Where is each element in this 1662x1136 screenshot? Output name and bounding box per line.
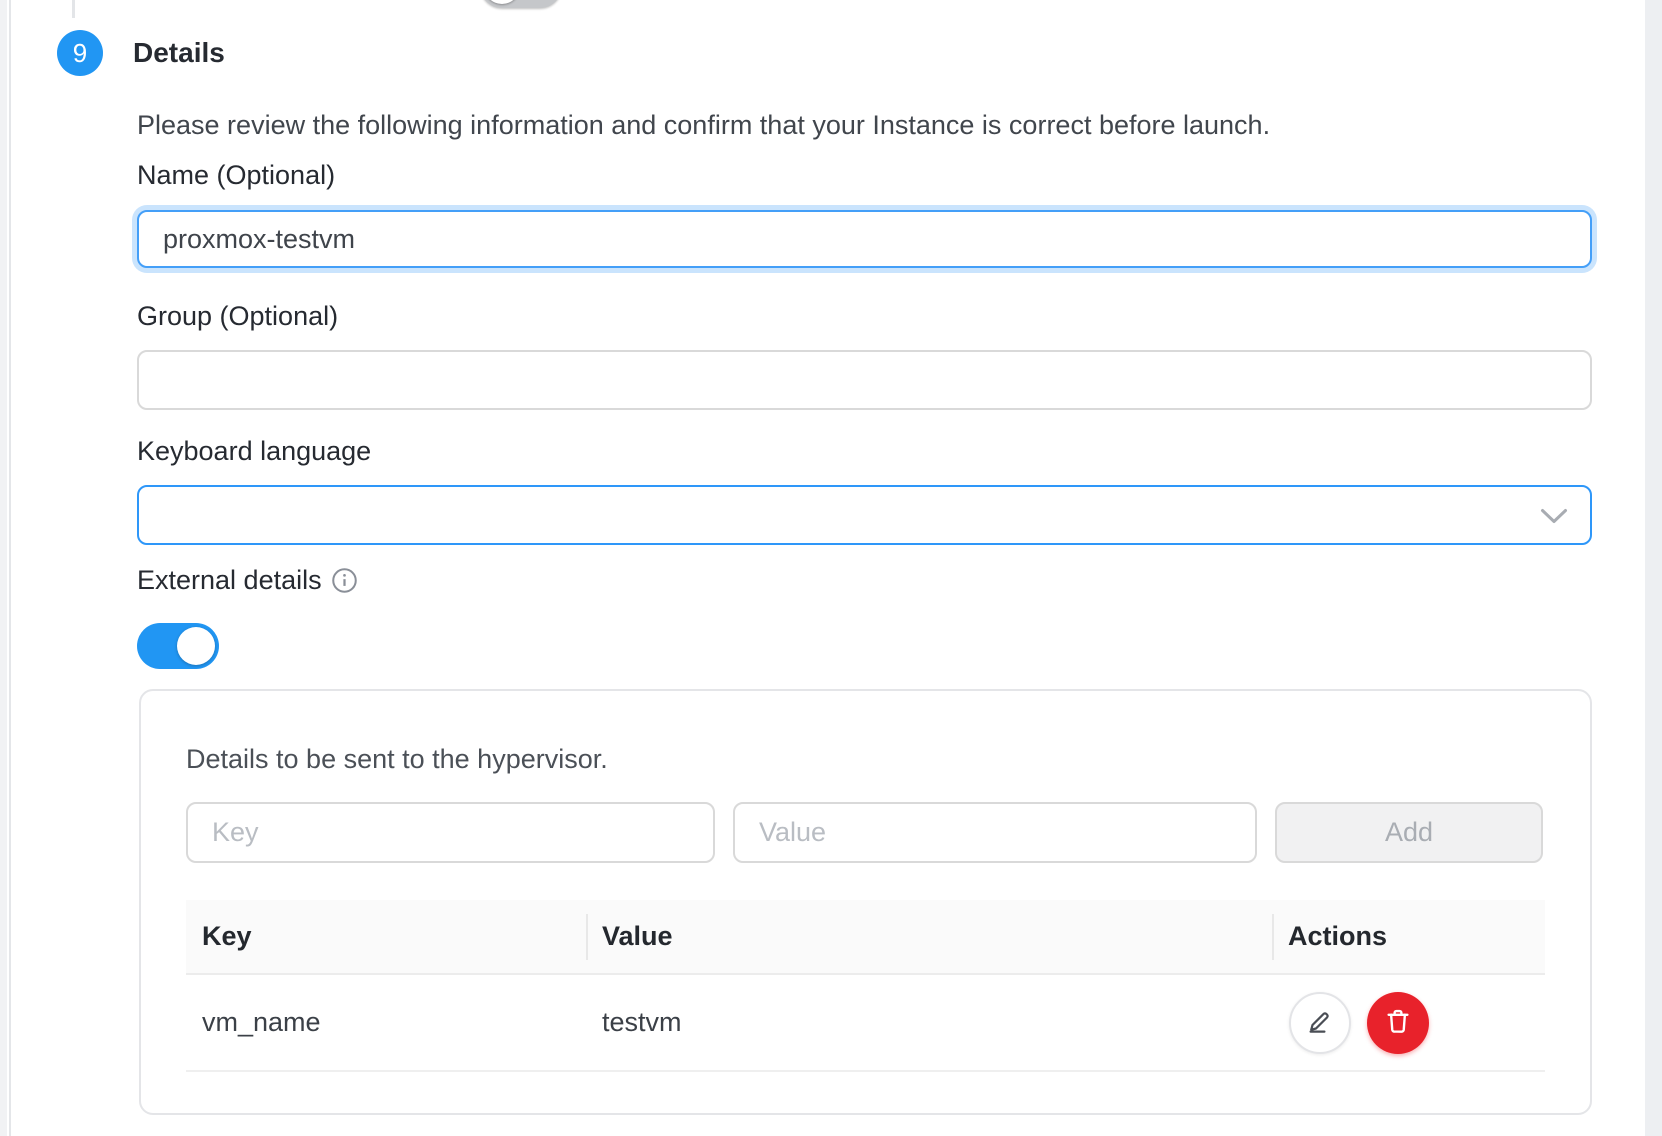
- pencil-icon: [1305, 1006, 1335, 1039]
- external-details-toggle[interactable]: [137, 623, 219, 669]
- header-value-label: Value: [602, 921, 673, 952]
- intro-text: Please review the following information …: [137, 110, 1270, 141]
- left-edge-strip: [0, 0, 7, 1136]
- external-details-label-row: External details: [137, 565, 358, 596]
- row-key-value: vm_name: [202, 1007, 321, 1038]
- add-button[interactable]: Add: [1275, 802, 1543, 863]
- delete-button[interactable]: [1367, 992, 1429, 1054]
- column-separator: [586, 914, 588, 960]
- previous-step-toggle[interactable]: [480, 0, 562, 8]
- row-value-value: testvm: [602, 1007, 682, 1038]
- trash-icon: [1383, 1006, 1413, 1039]
- group-label: Group (Optional): [137, 301, 338, 332]
- table-header-key: Key: [186, 900, 586, 973]
- row-value-cell: testvm: [586, 975, 1272, 1070]
- panel-description: Details to be sent to the hypervisor.: [186, 744, 608, 775]
- step-number: 9: [73, 38, 87, 69]
- table-header-row: Key Value Actions: [186, 900, 1545, 975]
- info-icon[interactable]: [331, 567, 358, 594]
- table-row: vm_name testvm: [186, 975, 1545, 1072]
- key-input[interactable]: [186, 802, 715, 863]
- step-connector-line: [72, 0, 75, 18]
- name-input[interactable]: [137, 210, 1592, 268]
- external-details-label: External details: [137, 565, 322, 596]
- table-header-actions: Actions: [1272, 900, 1545, 973]
- header-actions-label: Actions: [1288, 921, 1387, 952]
- row-key-cell: vm_name: [186, 975, 586, 1070]
- edit-button[interactable]: [1289, 992, 1351, 1054]
- toggle-knob: [177, 627, 215, 665]
- toggle-knob: [484, 0, 520, 4]
- chevron-down-icon: [1540, 508, 1568, 530]
- step-number-badge: 9: [57, 30, 103, 76]
- left-border-line: [9, 0, 11, 1136]
- name-label: Name (Optional): [137, 160, 335, 191]
- page-title: Details: [133, 37, 225, 69]
- header-key-label: Key: [202, 921, 252, 952]
- column-separator: [1272, 914, 1274, 960]
- table-header-value: Value: [586, 900, 1272, 973]
- keyboard-language-label: Keyboard language: [137, 436, 371, 467]
- row-actions-cell: [1272, 975, 1545, 1070]
- value-input[interactable]: [733, 802, 1257, 863]
- group-input[interactable]: [137, 350, 1592, 410]
- add-button-label: Add: [1385, 817, 1433, 848]
- scrollbar-track[interactable]: [1645, 0, 1662, 1136]
- details-step-page: 9 Details Please review the following in…: [0, 0, 1662, 1136]
- keyboard-language-select[interactable]: [137, 485, 1592, 545]
